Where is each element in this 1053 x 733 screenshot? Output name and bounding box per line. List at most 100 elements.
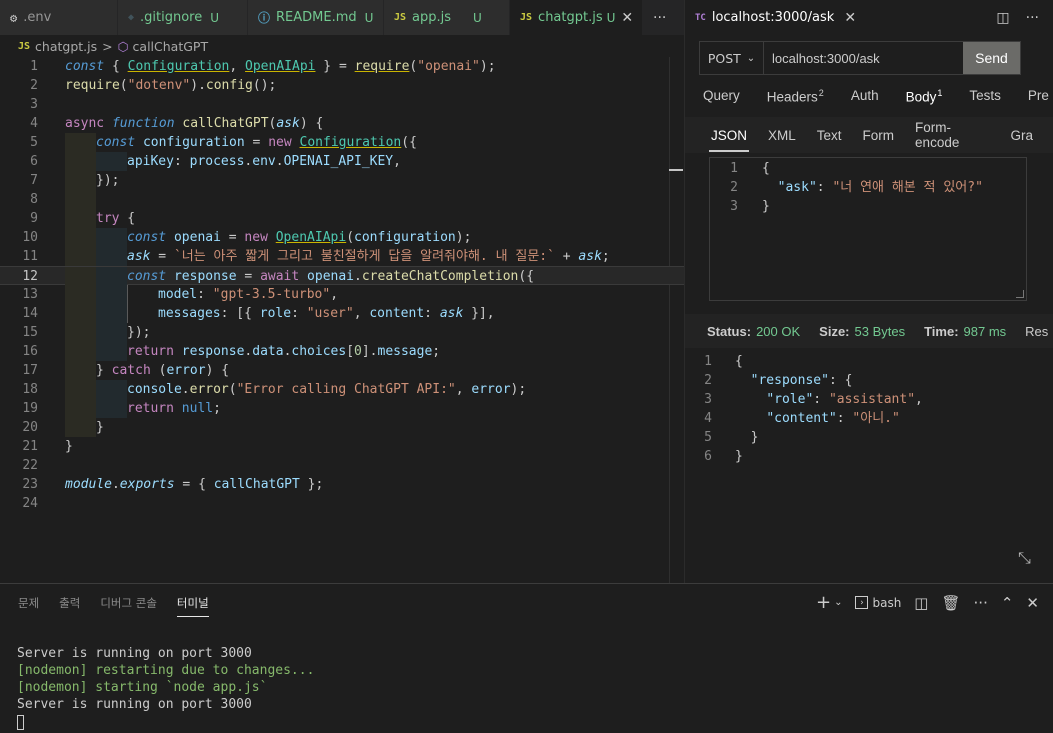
trash-icon[interactable]: 🗑 [941, 594, 960, 612]
time-value: 987 ms [963, 323, 1007, 339]
tab-count-badge: 2 [818, 88, 824, 98]
untracked-badge: U [364, 10, 374, 25]
tab-env[interactable]: ⚙ .env [0, 0, 118, 35]
tab-label: README.md [276, 10, 357, 25]
tab-problems[interactable]: 문제 [18, 595, 39, 611]
tab-auth[interactable]: Auth [851, 88, 879, 105]
tab-body[interactable]: Body1 [906, 88, 943, 105]
maximize-panel-icon[interactable]: ⌃ [1001, 594, 1014, 612]
line-number: 14 [22, 306, 38, 321]
code-line: 6 apiKey: process.env.OPENAI_API_KEY, [0, 152, 684, 171]
line-number: 22 [22, 458, 38, 473]
code-line-current: 12 const response = await openai.createCh… [0, 266, 684, 286]
code-line: 4 async function callChatGPT(ask) { [0, 114, 684, 133]
untracked-badge: U [210, 10, 220, 25]
tab-form[interactable]: Form [863, 128, 895, 143]
split-editor-icon[interactable]: ◫ [996, 10, 1009, 26]
code-line: 18 console.error("Error calling ChatGPT A… [0, 380, 684, 399]
terminal-line: [nodemon] starting `node app.js` [17, 680, 268, 695]
terminal[interactable]: Server is running on port 3000 [nodemon]… [17, 645, 314, 730]
code-editor[interactable]: 1 const { Configuration, OpenAIApi } = re… [0, 57, 684, 583]
tab-terminal[interactable]: 터미널 [176, 595, 209, 617]
bottom-panel: 문제 출력 디버그 콘솔 터미널 + ⌄ › bash ◫ 🗑 ··· ⌃ ✕ … [0, 583, 1053, 733]
breadcrumb: JS chatgpt.js > ⬡ callChatGPT [0, 35, 684, 57]
expand-icon[interactable]: ⤡ [1018, 548, 1031, 568]
line-number: 12 [22, 269, 38, 284]
split-terminal-icon[interactable]: ◫ [914, 594, 928, 612]
more-actions-icon[interactable]: ··· [643, 0, 676, 35]
chevron-down-icon[interactable]: ⌄ [834, 597, 842, 608]
line-number: 3 [730, 199, 738, 214]
tab-debug-console[interactable]: 디버그 콘솔 [100, 595, 157, 611]
tab-query[interactable]: Query [703, 88, 740, 105]
git-icon: ◆ [128, 12, 135, 23]
close-icon[interactable]: ✕ [844, 10, 856, 26]
time-label: Time: [924, 323, 959, 339]
code-line: 2 require("dotenv").config(); [0, 76, 684, 95]
breadcrumb-symbol[interactable]: callChatGPT [133, 39, 209, 54]
tab-output[interactable]: 출력 [59, 595, 80, 611]
send-button[interactable]: Send [963, 42, 1020, 74]
request-tabs: Query Headers2 Auth Body1 Tests Pre [703, 88, 1053, 105]
untracked-badge: U [473, 10, 482, 25]
new-terminal-icon[interactable]: + [816, 592, 831, 613]
line-number: 1 [704, 354, 712, 369]
tab-pre-run[interactable]: Pre [1028, 88, 1049, 105]
line-number: 1 [730, 161, 738, 176]
resize-grip-icon[interactable] [1016, 290, 1024, 298]
terminal-shell-select[interactable]: › bash [855, 596, 901, 610]
chevron-down-icon: ⌄ [746, 52, 756, 64]
function-symbol-icon: ⬡ [117, 38, 129, 54]
line-number: 11 [22, 249, 38, 264]
response-status-bar: Status: 200 OK Size: 53 Bytes Time: 987 … [685, 314, 1053, 348]
tab-xml[interactable]: XML [768, 128, 796, 143]
tab-tests[interactable]: Tests [969, 88, 1001, 105]
request-body-editor[interactable]: 1{ 2 "ask": "너 연애 해본 적 있어?" 3} [709, 157, 1027, 301]
code-line: 13 model: "gpt-3.5-turbo", [0, 285, 684, 304]
status-value: 200 OK [756, 323, 801, 339]
method-select[interactable]: POST ⌄ [700, 42, 764, 74]
rest-client-tab-bar: TC localhost:3000/ask ✕ ◫ ··· [684, 0, 1053, 35]
code-line: 17} catch (error) { [0, 361, 684, 380]
response-tab-label[interactable]: Res [1025, 324, 1048, 339]
tab-text[interactable]: Text [817, 128, 842, 143]
line-number: 6 [704, 449, 712, 464]
code-line: 15}); [0, 323, 684, 342]
tab-label: chatgpt.js [538, 10, 603, 25]
terminal-cursor [17, 715, 24, 730]
line-number: 5 [704, 430, 712, 445]
tab-app-js[interactable]: JS app.js U [384, 0, 510, 35]
javascript-file-icon: JS [520, 12, 533, 23]
more-actions-icon[interactable]: ··· [1026, 10, 1039, 26]
thunder-client-icon: TC [695, 12, 706, 23]
close-panel-icon[interactable]: ✕ [1026, 594, 1039, 612]
tab-form-encode[interactable]: Form-encode [915, 120, 989, 150]
tab-chatgpt-js[interactable]: JS chatgpt.js U ✕ [510, 0, 643, 35]
size-value: 53 Bytes [854, 323, 906, 339]
line-number: 6 [30, 154, 38, 169]
code-line: 9 try { [0, 209, 684, 228]
tab-rest-request[interactable]: TC localhost:3000/ask ✕ [685, 0, 867, 35]
size-label: Size: [819, 323, 850, 339]
javascript-file-icon: JS [18, 40, 31, 52]
tab-label: Query [703, 88, 740, 103]
tab-graphql[interactable]: Gra [1010, 128, 1033, 143]
response-body: 1{ 2 "response": { 3 "role": "assistant"… [685, 352, 1053, 492]
line-number: 19 [22, 401, 38, 416]
close-icon[interactable]: ✕ [621, 10, 633, 26]
tab-readme[interactable]: ⓘ README.md U [248, 0, 384, 35]
breadcrumb-file[interactable]: chatgpt.js [35, 39, 97, 54]
url-input[interactable] [764, 42, 963, 74]
untracked-badge: U [606, 10, 616, 25]
panel-tabs: 문제 출력 디버그 콘솔 터미널 [18, 595, 229, 617]
code-line: 19 return null; [0, 399, 684, 418]
tab-json[interactable]: JSON [708, 128, 750, 152]
tab-label: Pre [1027, 88, 1049, 103]
request-bar: POST ⌄ Send [699, 41, 1021, 75]
panel-actions: + ⌄ › bash ◫ 🗑 ··· ⌃ ✕ [816, 592, 1039, 613]
tab-headers[interactable]: Headers2 [767, 88, 824, 105]
terminal-line: Server is running on port 3000 [17, 646, 252, 661]
more-actions-icon[interactable]: ··· [974, 594, 988, 612]
tab-gitignore[interactable]: ◆ .gitignore U [118, 0, 248, 35]
method-value: POST [707, 50, 741, 66]
